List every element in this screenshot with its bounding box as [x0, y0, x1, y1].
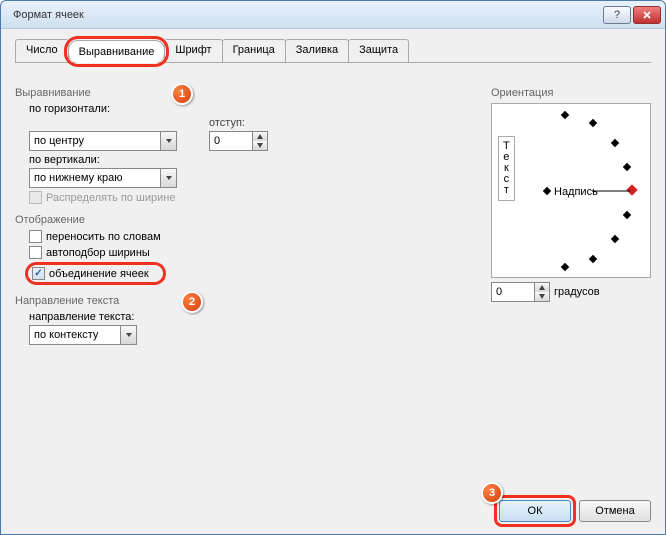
tab-protection[interactable]: Защита	[348, 39, 409, 62]
indent-value[interactable]	[210, 132, 252, 150]
vertical-row: по вертикали:	[29, 154, 473, 188]
help-button[interactable]: ?	[603, 6, 631, 24]
tab-number[interactable]: Число	[15, 39, 69, 62]
format-cells-dialog: Формат ячеек ? Число Выравнивание Шрифт …	[0, 0, 666, 535]
merge-label: объединение ячеек	[49, 268, 149, 280]
orientation-arc[interactable]: Надпись	[534, 110, 644, 272]
tab-font[interactable]: Шрифт	[164, 39, 222, 62]
cancel-button[interactable]: Отмена	[579, 500, 651, 522]
horizontal-value[interactable]	[30, 132, 160, 150]
degrees-spinner[interactable]	[491, 282, 550, 302]
close-button[interactable]	[633, 6, 661, 24]
indent-label: отступ:	[209, 117, 268, 129]
indent-spin-buttons	[252, 132, 267, 150]
horizontal-label: по горизонтали:	[29, 103, 473, 115]
vertical-text-box[interactable]: Т е к с т	[498, 136, 515, 201]
direction-combo[interactable]	[29, 325, 137, 345]
shrink-label: автоподбор ширины	[46, 247, 150, 259]
svg-text:?: ?	[614, 10, 620, 20]
tab-alignment[interactable]: Выравнивание	[68, 40, 166, 63]
chevron-down-icon[interactable]	[120, 326, 136, 344]
wrap-label: переносить по словам	[46, 231, 161, 243]
vertical-label: по вертикали:	[29, 154, 473, 166]
merge-checkbox[interactable]	[32, 267, 45, 280]
chevron-down-icon[interactable]	[160, 169, 176, 187]
callout-2: 2	[181, 291, 203, 313]
indent-down[interactable]	[253, 141, 267, 150]
degree-row: градусов	[491, 282, 651, 302]
vertical-value[interactable]	[30, 169, 160, 187]
direction-row: направление текста:	[29, 311, 473, 345]
degrees-label: градусов	[554, 286, 600, 298]
orientation-selector[interactable]: Т е к с т	[491, 103, 651, 278]
alignment-section-label: Выравнивание	[15, 87, 473, 99]
orientation-section-label: Ориентация	[491, 87, 651, 99]
dialog-footer: ОК Отмена	[499, 500, 651, 522]
horizontal-row: по горизонтали: отступ:	[29, 103, 473, 151]
left-column: Выравнивание по горизонтали: отступ:	[15, 83, 473, 348]
callout-3: 3	[481, 482, 503, 504]
tab-strip: Число Выравнивание Шрифт Граница Заливка…	[15, 39, 651, 63]
indent-up[interactable]	[253, 132, 267, 141]
indent-spinner[interactable]	[209, 131, 268, 151]
window-buttons: ?	[603, 6, 661, 24]
chevron-down-icon[interactable]	[160, 132, 176, 150]
right-column: Ориентация Т е к с т	[491, 83, 651, 348]
ok-button[interactable]: ОК	[499, 500, 571, 522]
titlebar: Формат ячеек ?	[1, 1, 665, 29]
shrink-row: автоподбор ширины	[29, 246, 473, 259]
dialog-body: Число Выравнивание Шрифт Граница Заливка…	[1, 29, 665, 358]
horizontal-combo[interactable]	[29, 131, 177, 151]
distribute-label: Распределять по ширине	[46, 192, 175, 204]
callout-1: 1	[171, 83, 193, 105]
dialog-title: Формат ячеек	[13, 9, 84, 21]
direction-label: направление текста:	[29, 311, 473, 323]
direction-value[interactable]	[30, 326, 120, 344]
shrink-checkbox[interactable]	[29, 246, 42, 259]
tab-border[interactable]: Граница	[222, 39, 286, 62]
display-section-label: Отображение	[15, 214, 473, 226]
degrees-spin-buttons	[534, 283, 549, 301]
degrees-value[interactable]	[492, 283, 534, 301]
distribute-row: Распределять по ширине	[29, 191, 473, 204]
content-pane: Выравнивание по горизонтали: отступ:	[15, 83, 651, 348]
wrap-checkbox[interactable]	[29, 230, 42, 243]
merge-highlight: объединение ячеек	[25, 262, 166, 285]
textdir-section-label: Направление текста	[15, 295, 473, 307]
degrees-down[interactable]	[535, 292, 549, 301]
degrees-up[interactable]	[535, 283, 549, 292]
distribute-checkbox	[29, 191, 42, 204]
tab-fill[interactable]: Заливка	[285, 39, 349, 62]
indent-block: отступ:	[209, 117, 268, 151]
vertical-combo[interactable]	[29, 168, 177, 188]
wrap-row: переносить по словам	[29, 230, 473, 243]
